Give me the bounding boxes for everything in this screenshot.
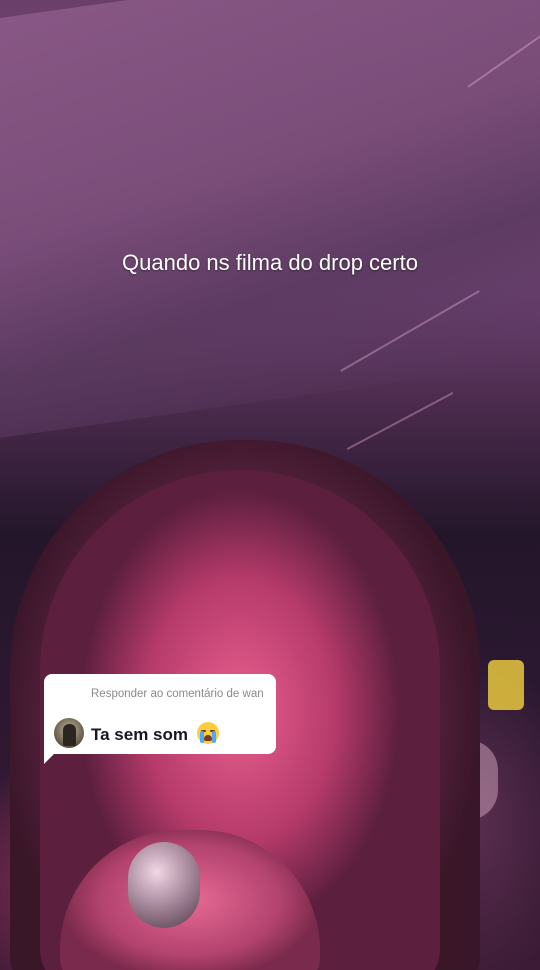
light-streak bbox=[346, 391, 454, 451]
video-caption: Quando ns filma do drop certo bbox=[122, 250, 418, 275]
commenter-avatar bbox=[54, 718, 84, 748]
reply-bubble-tail bbox=[44, 752, 56, 764]
reply-comment-sticker[interactable]: Responder ao comentário de wan Ta sem so… bbox=[44, 674, 276, 754]
reply-header: Responder ao comentário de wan bbox=[91, 688, 264, 700]
reply-comment: Ta sem som bbox=[91, 722, 219, 745]
stage-light bbox=[488, 660, 524, 710]
reply-comment-text: Ta sem som bbox=[91, 725, 189, 744]
ring bbox=[128, 842, 200, 928]
loudly-crying-face-icon bbox=[196, 722, 219, 744]
avatar-figure bbox=[63, 724, 76, 746]
video-frame[interactable] bbox=[0, 0, 540, 970]
ceiling bbox=[0, 0, 540, 444]
